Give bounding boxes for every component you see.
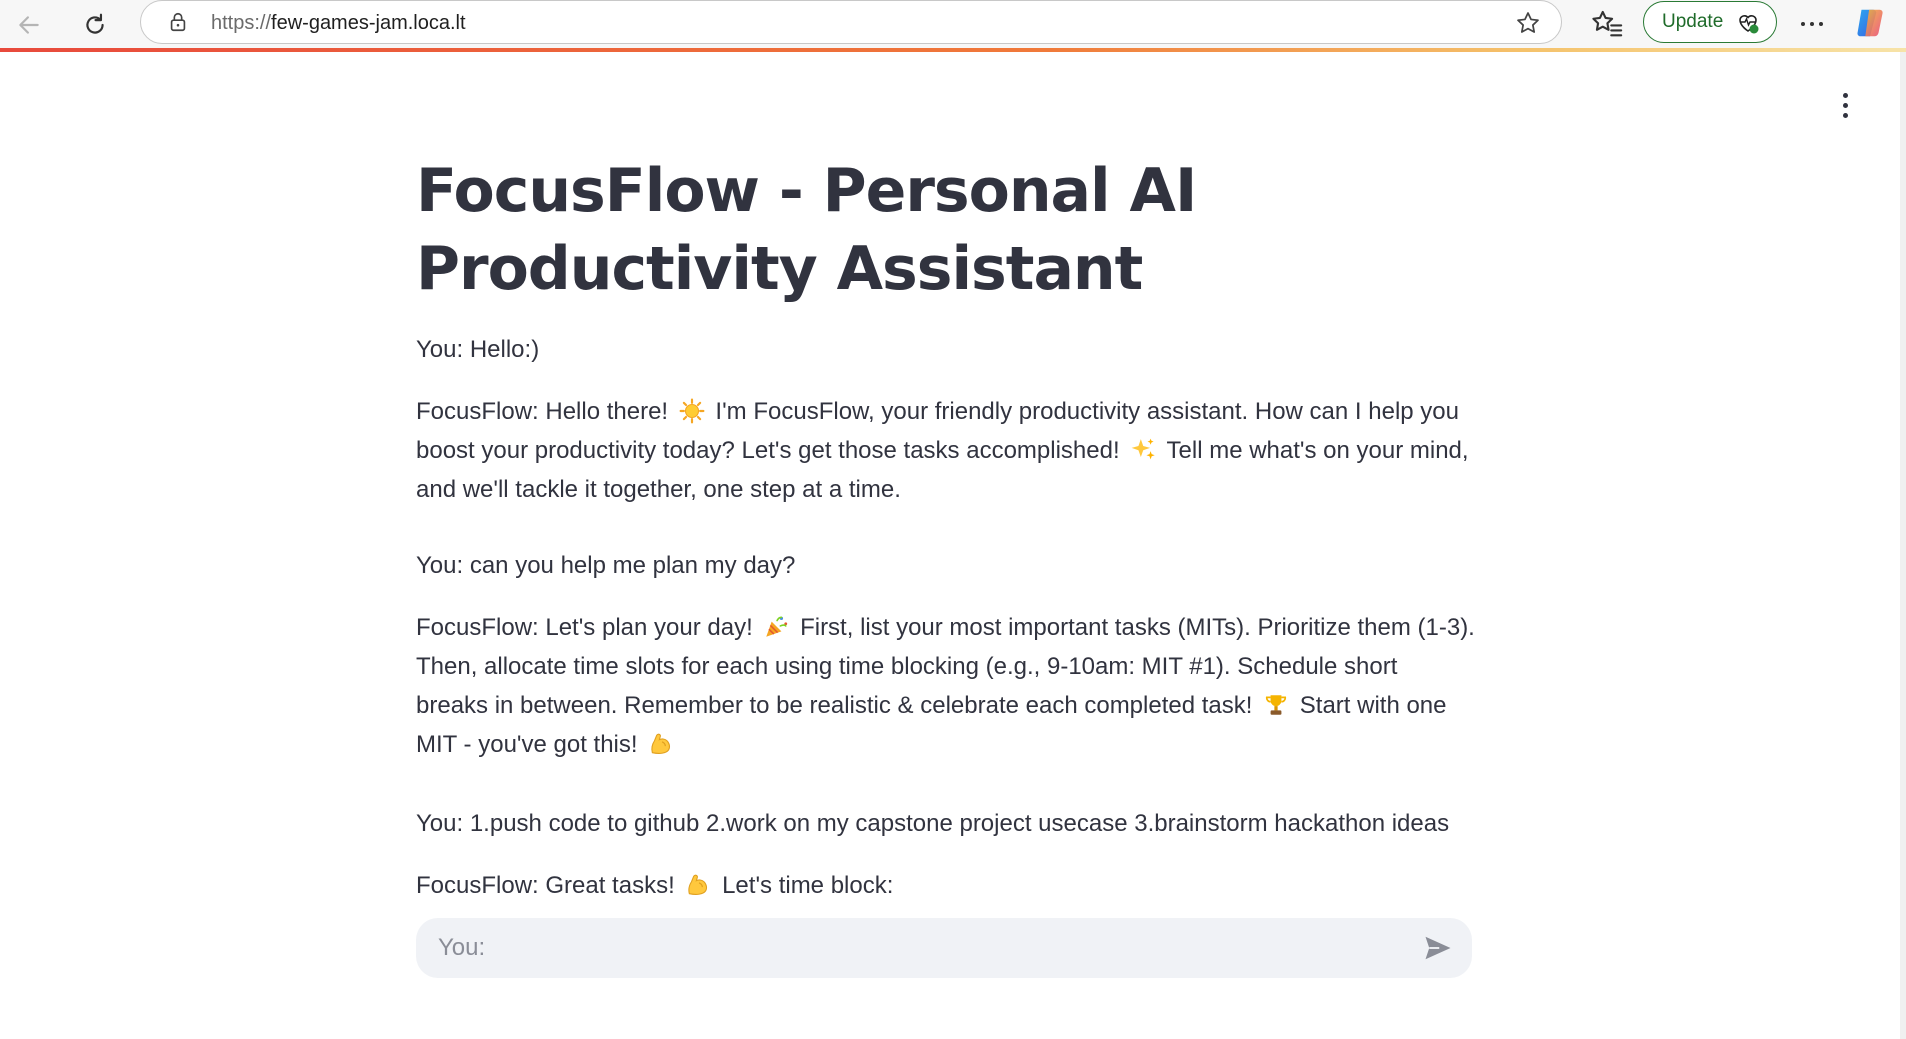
sparkles-emoji-icon xyxy=(1131,438,1155,460)
chat-message-user: You: 1.push code to github 2.work on my … xyxy=(416,810,1450,837)
browser-toolbar: https://few-games-jam.loca.lt Update xyxy=(0,0,1906,50)
refresh-button[interactable] xyxy=(76,6,114,44)
sun-emoji-icon xyxy=(679,398,705,424)
url-text[interactable]: https://few-games-jam.loca.lt xyxy=(211,11,466,35)
url-host: few-games-jam.loca.lt xyxy=(271,12,466,34)
url-scheme: https:// xyxy=(211,12,272,34)
chat-message-user: You: Hello:) xyxy=(416,336,540,363)
chat-input[interactable] xyxy=(438,918,1398,978)
lock-icon[interactable] xyxy=(167,11,189,33)
flexed-biceps-emoji-icon xyxy=(651,733,671,754)
chat-message-assistant: FocusFlow: Great tasks! Let's time block… xyxy=(416,872,894,899)
app-main-menu-button[interactable] xyxy=(1830,90,1860,120)
more-options-button[interactable] xyxy=(1790,7,1834,41)
favorite-star-icon[interactable] xyxy=(1515,10,1541,36)
page-title: FocusFlow - Personal AI Productivity Ass… xyxy=(416,152,1316,308)
copilot-icon[interactable] xyxy=(1852,4,1890,42)
app-page: FocusFlow - Personal AI Productivity Ass… xyxy=(0,52,1906,1039)
page-title-line1: FocusFlow - Personal AI xyxy=(416,156,1197,226)
menu-dot-icon xyxy=(1842,102,1848,108)
favorites-icon[interactable] xyxy=(1590,7,1624,41)
update-label: Update xyxy=(1662,11,1724,32)
address-bar[interactable]: https://few-games-jam.loca.lt xyxy=(140,0,1562,44)
heartbeat-icon xyxy=(1739,15,1759,34)
menu-dot-icon xyxy=(1842,92,1848,98)
chat-message-assistant: FocusFlow: Hello there! I'm FocusFlow, y… xyxy=(416,398,1469,503)
refresh-icon xyxy=(86,13,104,34)
send-icon[interactable] xyxy=(1422,933,1454,963)
page-title-line2: Productivity Assistant xyxy=(416,234,1143,304)
back-arrow-icon xyxy=(19,16,39,34)
chat-message-user: You: can you help me plan my day? xyxy=(416,552,796,579)
trophy-emoji-icon xyxy=(1266,695,1287,715)
update-button[interactable]: Update xyxy=(1643,1,1777,43)
back-button[interactable] xyxy=(10,6,48,44)
menu-dot-icon xyxy=(1842,112,1848,118)
flexed-biceps-emoji-icon xyxy=(688,874,708,895)
chat-message-assistant: FocusFlow: Let's plan your day! First, l… xyxy=(416,614,1475,758)
ellipsis-icon xyxy=(1801,22,1823,26)
chat-input-container xyxy=(416,918,1472,978)
party-popper-emoji-icon xyxy=(766,616,788,637)
